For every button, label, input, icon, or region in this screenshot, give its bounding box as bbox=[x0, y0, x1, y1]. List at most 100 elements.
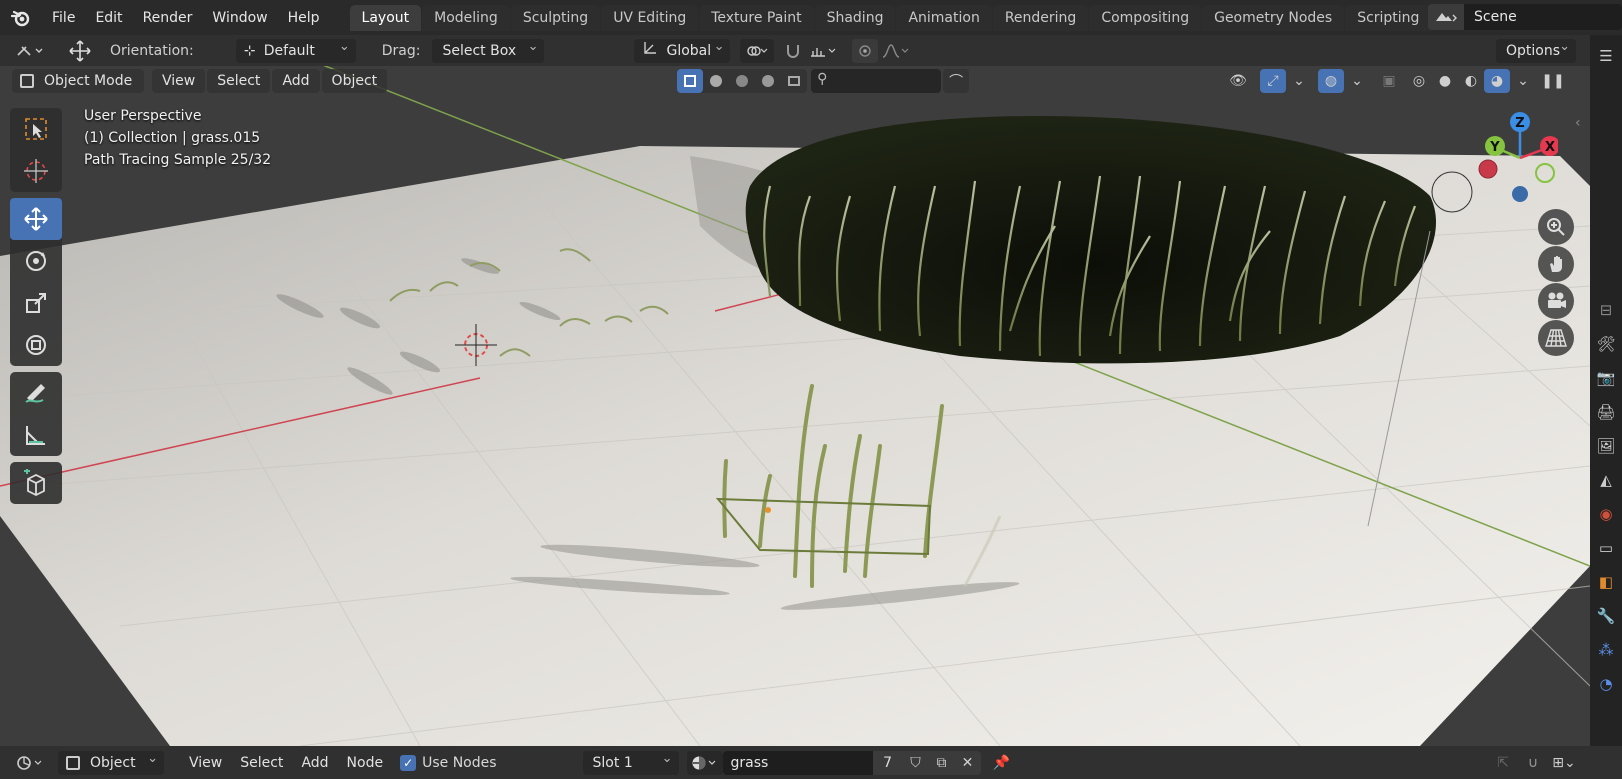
tab-uv-editing[interactable]: UV Editing bbox=[601, 4, 699, 31]
tab-texture-paint[interactable]: Texture Paint bbox=[699, 4, 814, 31]
perspective-toggle-grid-icon[interactable] bbox=[1538, 320, 1574, 356]
scene-properties-icon[interactable]: ◭ bbox=[1590, 463, 1622, 497]
select-intersect-icon[interactable] bbox=[781, 69, 807, 93]
menu-file[interactable]: File bbox=[42, 5, 85, 31]
tab-sculpting[interactable]: Sculpting bbox=[510, 4, 601, 31]
tab-scripting[interactable]: Scripting bbox=[1345, 4, 1432, 31]
gizmo-neg-z[interactable] bbox=[1512, 186, 1528, 202]
visibility-eye-icon[interactable]: 👁 bbox=[1220, 69, 1256, 93]
proportional-edit-icon[interactable] bbox=[852, 38, 879, 63]
gizmo-dropdown-icon[interactable]: ⌄ bbox=[1286, 69, 1312, 93]
material-browse-icon[interactable] bbox=[686, 750, 723, 775]
cursor-tool-icon[interactable] bbox=[10, 150, 62, 192]
transform-tool-icon[interactable] bbox=[10, 324, 62, 366]
tab-animation[interactable]: Animation bbox=[896, 4, 992, 31]
tab-geometry-nodes[interactable]: Geometry Nodes bbox=[1202, 4, 1345, 31]
menu-render[interactable]: Render bbox=[133, 5, 203, 31]
overlays-toggle-icon[interactable]: ◍ bbox=[1318, 69, 1344, 93]
object-properties-icon[interactable]: ◧ bbox=[1590, 565, 1622, 599]
pivot-point-icon[interactable] bbox=[740, 38, 775, 63]
scene-icon[interactable] bbox=[1428, 4, 1464, 30]
gizmo-toggle-icon[interactable]: ⤢ bbox=[1260, 69, 1286, 93]
properties-toggle-icon[interactable]: ⊟ bbox=[1590, 293, 1622, 327]
navigation-gizmo[interactable]: Z Y X bbox=[1468, 110, 1558, 210]
parent-node-tree-icon[interactable]: ⇱ bbox=[1490, 751, 1516, 775]
node-menu-select[interactable]: Select bbox=[231, 751, 292, 775]
collection-properties-icon[interactable]: ▭ bbox=[1590, 531, 1622, 565]
select-subtract-icon[interactable] bbox=[729, 69, 755, 93]
world-properties-icon[interactable]: ◉ bbox=[1590, 497, 1622, 531]
menu-edit[interactable]: Edit bbox=[85, 5, 132, 31]
move-tool-button[interactable] bbox=[10, 198, 62, 240]
view-layer-properties-icon[interactable]: 🖼 bbox=[1590, 429, 1622, 463]
tab-compositing[interactable]: Compositing bbox=[1089, 4, 1202, 31]
scene-name-field[interactable]: Scene bbox=[1464, 4, 1622, 30]
snap-target-icon[interactable] bbox=[806, 39, 842, 63]
menu-window[interactable]: Window bbox=[202, 5, 277, 31]
shading-solid-icon[interactable]: ● bbox=[1432, 69, 1458, 93]
blender-logo-icon[interactable] bbox=[0, 0, 42, 35]
options-dropdown[interactable]: Options bbox=[1496, 35, 1576, 63]
particle-properties-icon[interactable]: ⁂ bbox=[1590, 633, 1622, 667]
viewport-menu-select[interactable]: Select bbox=[207, 69, 271, 93]
mode-dropdown[interactable]: Object Mode bbox=[12, 69, 144, 93]
physics-properties-icon[interactable]: ◔ bbox=[1590, 667, 1622, 701]
viewport-menu-add[interactable]: Add bbox=[272, 69, 320, 93]
scale-tool-icon[interactable] bbox=[10, 282, 62, 324]
shading-rendered-icon[interactable]: ◕ bbox=[1484, 69, 1510, 93]
editor-type-icon[interactable] bbox=[12, 751, 50, 775]
pin-icon[interactable]: 📌 bbox=[989, 751, 1015, 775]
select-extend-icon[interactable] bbox=[703, 69, 729, 93]
node-menu-node[interactable]: Node bbox=[338, 751, 393, 775]
output-properties-icon[interactable]: 🖨 bbox=[1590, 395, 1622, 429]
shading-dropdown-icon[interactable]: ⌄ bbox=[1510, 69, 1536, 93]
fake-user-shield-icon[interactable]: ⛉ bbox=[902, 750, 929, 775]
zoom-view-icon[interactable] bbox=[1538, 209, 1574, 245]
pan-view-hand-icon[interactable] bbox=[1538, 246, 1574, 282]
shading-material-icon[interactable]: ◐ bbox=[1458, 69, 1484, 93]
use-nodes-toggle[interactable]: ✓ Use Nodes bbox=[400, 754, 497, 771]
gizmo-neg-y[interactable] bbox=[1535, 163, 1555, 183]
tab-modeling[interactable]: Modeling bbox=[422, 4, 510, 31]
select-new-icon[interactable] bbox=[677, 69, 704, 93]
node-menu-view[interactable]: View bbox=[180, 751, 231, 775]
sidebar-collapse-arrow-icon[interactable]: ‹ bbox=[1575, 115, 1581, 131]
drag-dropdown[interactable]: Select Box bbox=[432, 35, 545, 63]
modifier-properties-icon[interactable]: 🔧 bbox=[1590, 599, 1622, 633]
outliner-icon[interactable]: ☰ bbox=[1590, 39, 1622, 73]
select-invert-icon[interactable] bbox=[755, 69, 781, 93]
tab-rendering[interactable]: Rendering bbox=[992, 4, 1089, 31]
unlink-material-icon[interactable]: ✕ bbox=[954, 750, 981, 775]
shading-wireframe-icon[interactable]: ◎ bbox=[1406, 69, 1432, 93]
viewport-menu-object[interactable]: Object bbox=[321, 69, 388, 93]
duplicate-material-icon[interactable]: ⧉ bbox=[928, 750, 955, 775]
select-box-tool-icon[interactable] bbox=[10, 108, 62, 150]
snap-toggle-icon[interactable] bbox=[780, 39, 806, 63]
viewport-search-field[interactable]: ⚲ bbox=[811, 69, 942, 93]
tool-settings-toggle-icon[interactable] bbox=[10, 39, 50, 63]
overlays-dropdown-icon[interactable]: ⌄ bbox=[1344, 69, 1370, 93]
material-name-field[interactable]: grass bbox=[722, 750, 873, 775]
orientation-dropdown[interactable]: ⊹ Default bbox=[235, 35, 356, 63]
measure-tool-icon[interactable] bbox=[10, 414, 62, 456]
material-slot-dropdown[interactable]: Slot 1 bbox=[582, 747, 679, 775]
filter-icon[interactable]: ⌒ bbox=[943, 69, 970, 93]
menu-help[interactable]: Help bbox=[278, 5, 330, 31]
tab-shading[interactable]: Shading bbox=[814, 4, 896, 31]
proportional-falloff-icon[interactable] bbox=[878, 39, 914, 63]
tab-layout[interactable]: Layout bbox=[349, 4, 422, 31]
node-snap-target-icon[interactable]: ⊞⌄ bbox=[1546, 751, 1582, 775]
xray-toggle-icon[interactable]: ▣ bbox=[1376, 69, 1402, 93]
camera-view-icon[interactable] bbox=[1538, 283, 1574, 319]
shader-type-dropdown[interactable]: Object bbox=[58, 747, 164, 775]
tool-properties-icon[interactable]: 🛠 bbox=[1590, 327, 1622, 361]
node-menu-add[interactable]: Add bbox=[292, 751, 337, 775]
node-snap-icon[interactable]: ∪ bbox=[1520, 751, 1546, 775]
pause-render-icon[interactable]: ❚❚ bbox=[1540, 69, 1566, 93]
add-cube-tool-icon[interactable] bbox=[10, 462, 62, 504]
material-users-count[interactable]: 7 bbox=[872, 750, 903, 775]
gizmo-neg-x[interactable] bbox=[1478, 159, 1498, 179]
viewport-menu-view[interactable]: View bbox=[152, 69, 206, 93]
use-nodes-checkbox[interactable]: ✓ bbox=[400, 754, 417, 771]
transform-orientation-dropdown[interactable]: Global bbox=[634, 35, 731, 63]
